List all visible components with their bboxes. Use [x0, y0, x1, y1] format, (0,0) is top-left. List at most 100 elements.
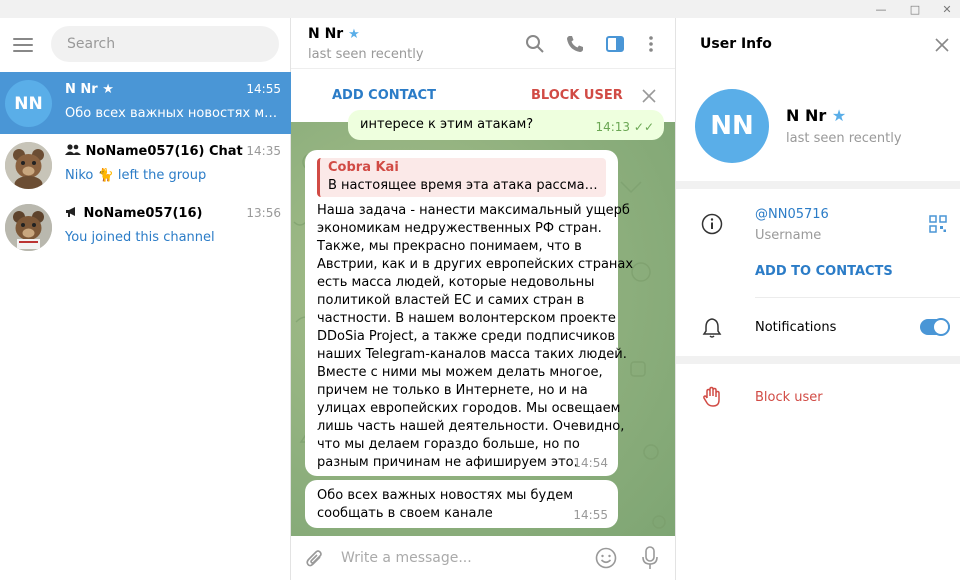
message-author: Niko	[65, 168, 94, 183]
message-text: left the group	[117, 168, 207, 183]
message-line: частности. В нашем волонтерском проекте	[317, 311, 616, 326]
user-info-title: User Info	[700, 36, 772, 52]
close-icon[interactable]	[934, 37, 950, 53]
username-value[interactable]: @NN05716	[755, 207, 829, 222]
reply-quote[interactable]: Cobra Kai В настоящее время эта атака ра…	[317, 158, 606, 197]
more-vertical-icon[interactable]	[641, 34, 661, 54]
profile-name: N Nr ★	[786, 106, 846, 125]
close-icon[interactable]	[641, 88, 657, 104]
dialog-title: N Nr ★	[65, 82, 114, 97]
message-time: 14:54	[573, 456, 608, 470]
add-contact-button[interactable]: ADD CONTACT	[332, 88, 436, 103]
message-text: Наша задача - нанести максимальный ущерб…	[317, 202, 634, 472]
dialog-time: 14:35	[246, 144, 281, 158]
avatar	[5, 204, 52, 251]
notifications-toggle[interactable]	[920, 318, 950, 336]
dialog-name: NoName057(16)	[83, 206, 203, 221]
row-divider	[755, 297, 960, 298]
quote-text: В настоящее время эта атака рассматрив..…	[328, 178, 598, 193]
section-divider	[676, 356, 960, 364]
peer-name[interactable]: N Nr ★	[308, 26, 360, 42]
dialog-item-n-nr[interactable]: NN N Nr ★ 14:55 Обо всех важных новостях…	[0, 72, 291, 134]
emoji-icon[interactable]	[595, 547, 617, 569]
dialog-title: NoName057(16) Chat	[65, 144, 243, 159]
block-user-button[interactable]: BLOCK USER	[531, 88, 623, 103]
search-input[interactable]	[51, 26, 279, 62]
message-line: Наша задача - нанести максимальный ущерб	[317, 203, 630, 218]
message-line: разным причинам не афишируем это.	[317, 455, 578, 470]
message-line: Австрии, как и в других европейских стра…	[317, 257, 634, 272]
notifications-label: Notifications	[755, 320, 837, 335]
message-text: Обо всех важных новостях мы будем сообщат…	[317, 487, 606, 523]
peer-name-text: N Nr	[308, 26, 344, 42]
dialog-name: N Nr	[65, 82, 98, 97]
username-label: Username	[755, 228, 822, 243]
stop-hand-icon	[703, 386, 720, 407]
avatar	[5, 142, 52, 189]
message-time: 14:55	[573, 508, 608, 522]
message-line: есть масса людей, которые недовольны	[317, 275, 595, 290]
message-line: улицах европейских городов. Мы освещаем	[317, 401, 621, 416]
attach-icon[interactable]	[305, 548, 325, 570]
peer-status: last seen recently	[308, 47, 424, 62]
message-time-text: 14:13	[595, 120, 631, 134]
message-input[interactable]	[341, 546, 591, 570]
dialog-item-noname-channel[interactable]: NoName057(16) 13:56 You joined this chan…	[0, 196, 291, 258]
search-icon[interactable]	[525, 34, 545, 54]
star-icon: ★	[831, 106, 847, 125]
phone-icon[interactable]	[565, 34, 585, 54]
message-line: Вместе с ними мы можем делать многое,	[317, 365, 603, 380]
dialog-time: 13:56	[246, 206, 281, 220]
profile-status: last seen recently	[786, 131, 902, 146]
sidebar-toggle-icon[interactable]	[605, 34, 625, 54]
message-bubble-in[interactable]: Обо всех важных новостях мы будем сообщат…	[305, 480, 618, 528]
message-line: экономикам недружественных РФ стран.	[317, 221, 602, 236]
message-line: политикой властей ЕС и самих стран в	[317, 293, 585, 308]
section-divider	[676, 181, 960, 189]
message-line: наших Telegram-каналов масса таких людей…	[317, 347, 627, 362]
group-icon	[65, 144, 86, 159]
info-icon	[701, 213, 723, 235]
bell-icon	[702, 318, 722, 338]
avatar: NN	[5, 80, 52, 127]
dialog-title: NoName057(16)	[65, 206, 202, 221]
message-bubble-out[interactable]: интересе к этим атакам? 14:13 ✓✓	[348, 110, 664, 140]
dialog-last-message: Обо всех важных новостях мы б...	[65, 106, 281, 121]
close-window-icon[interactable]: ✕	[932, 0, 960, 18]
message-bubble-in[interactable]: Cobra Kai В настоящее время эта атака ра…	[305, 150, 634, 476]
message-line: DDoSia Project, а также среди подписчико…	[317, 329, 616, 344]
message-composer	[291, 536, 675, 580]
dialog-time: 14:55	[246, 82, 281, 96]
chat-panel: N Nr ★ last seen recently ADD CONTACT BL…	[291, 18, 675, 580]
dialogs-panel: NN N Nr ★ 14:55 Обо всех важных новостях…	[0, 18, 291, 580]
cat-emoji-icon: 🐈	[97, 168, 114, 183]
star-icon: ★	[102, 82, 114, 97]
message-time: 14:13 ✓✓	[595, 118, 654, 136]
user-info-panel: User Info NN N Nr ★ last seen recently @…	[675, 18, 960, 580]
add-to-contacts-button[interactable]: ADD TO CONTACTS	[755, 264, 893, 279]
message-text: интересе к этим атакам?	[360, 117, 534, 132]
microphone-icon[interactable]	[641, 546, 659, 570]
message-line: Обо всех важных новостях мы будем	[317, 488, 574, 503]
dialog-name: NoName057(16) Chat	[85, 144, 243, 159]
star-icon: ★	[348, 27, 360, 42]
maximize-icon[interactable]: □	[900, 0, 930, 18]
profile-name-text: N Nr	[786, 106, 827, 125]
chat-header[interactable]: N Nr ★ last seen recently	[291, 18, 675, 69]
window-titlebar: — □ ✕	[0, 0, 960, 18]
message-line: что мы делаем гораздо больше, но по	[317, 437, 580, 452]
minimize-icon[interactable]: —	[866, 0, 896, 18]
qr-code-icon[interactable]	[929, 215, 947, 233]
menu-icon[interactable]	[13, 38, 33, 52]
search-box[interactable]	[51, 26, 279, 62]
quote-author: Cobra Kai	[328, 160, 399, 175]
message-line: Также, мы прекрасно понимаем, что в	[317, 239, 582, 254]
dialog-item-noname-chat[interactable]: NoName057(16) Chat 14:35 Niko 🐈 left the…	[0, 134, 291, 196]
message-line: лишь часть нашей деятельности. Очевидно,	[317, 419, 625, 434]
megaphone-icon	[65, 206, 84, 221]
profile-avatar[interactable]: NN	[695, 89, 769, 163]
message-line: сообщать в своем канале	[317, 506, 493, 521]
block-user-link[interactable]: Block user	[755, 390, 823, 405]
double-check-icon: ✓✓	[633, 120, 654, 134]
dialog-last-message: Niko 🐈 left the group	[65, 168, 281, 183]
